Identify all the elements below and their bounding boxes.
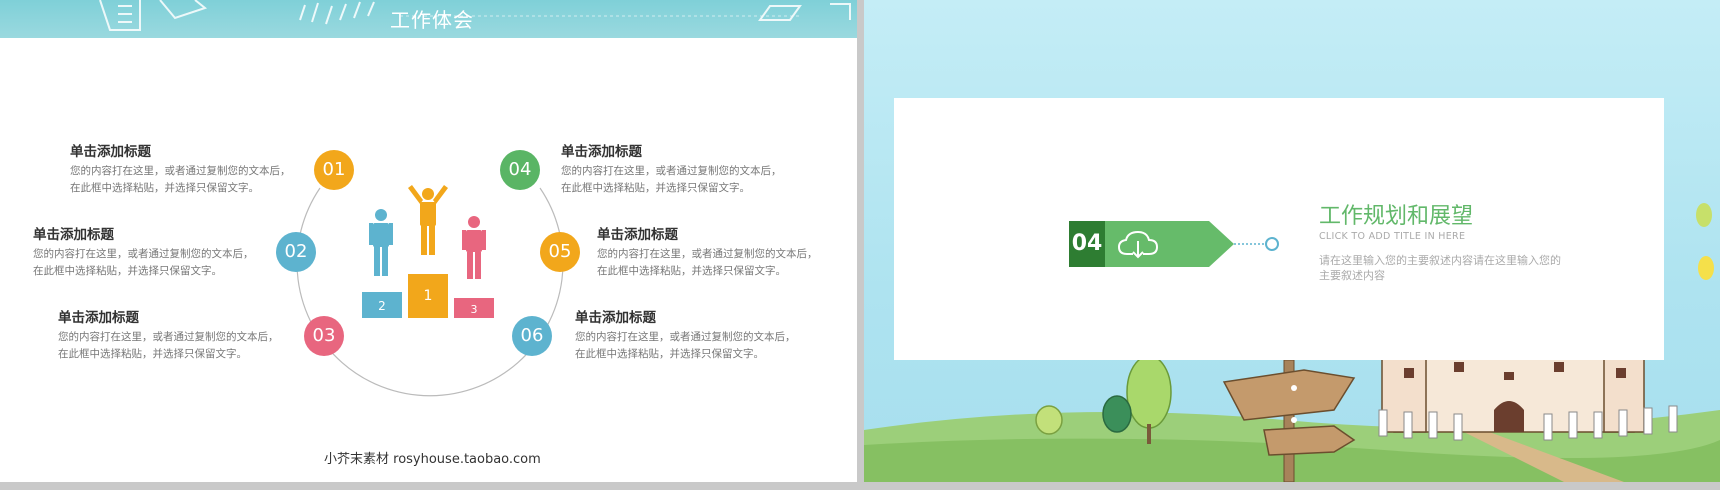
section-number: 04 [1071,231,1103,256]
number-circle-02: 02 [276,232,316,272]
tree-icon [1102,395,1132,433]
slide-work-plan[interactable]: 04 工作规划和展望 CLICK TO ADD TITLE IN HERE 请在… [864,0,1720,482]
podium-label-third: 3 [471,303,478,316]
number-circle-04: 04 [500,150,540,190]
number-circle-05: 05 [540,232,580,272]
tree-icon [1035,405,1063,435]
figure-third-icon [462,216,486,279]
figure-first-icon [408,185,448,255]
podium-label-second: 2 [378,299,386,313]
connector-dot [1265,237,1279,251]
balloon-icon [1698,256,1714,280]
figure-second-icon [369,209,393,276]
number-circle-03: 03 [304,316,344,356]
number-circle-06: 06 [512,316,552,356]
slide-footer-credit: 小芥末素材 rosyhouse.taobao.com [324,452,541,467]
podium-illustration: 2 1 3 [362,185,494,318]
slide-work-experience[interactable]: 工作体会 单击添加标题 您的内容打在这里，或者通过复制您的文本后， 在此框中选择… [0,0,857,482]
podium-label-first: 1 [424,288,433,304]
section-body: 请在这里输入您的主要叙述内容请在这里输入您的主要叙述内容 [1319,254,1561,282]
content-card: 04 工作规划和展望 CLICK TO ADD TITLE IN HERE 请在… [894,98,1664,360]
balloon-icon [1696,203,1712,227]
number-circle-01: 01 [314,150,354,190]
section-title: 工作规划和展望 [1319,204,1474,229]
presentation-thumbnails: 工作体会 单击添加标题 您的内容打在这里，或者通过复制您的文本后， 在此框中选择… [0,0,1720,490]
section-subtitle: CLICK TO ADD TITLE IN HERE [1319,231,1466,242]
